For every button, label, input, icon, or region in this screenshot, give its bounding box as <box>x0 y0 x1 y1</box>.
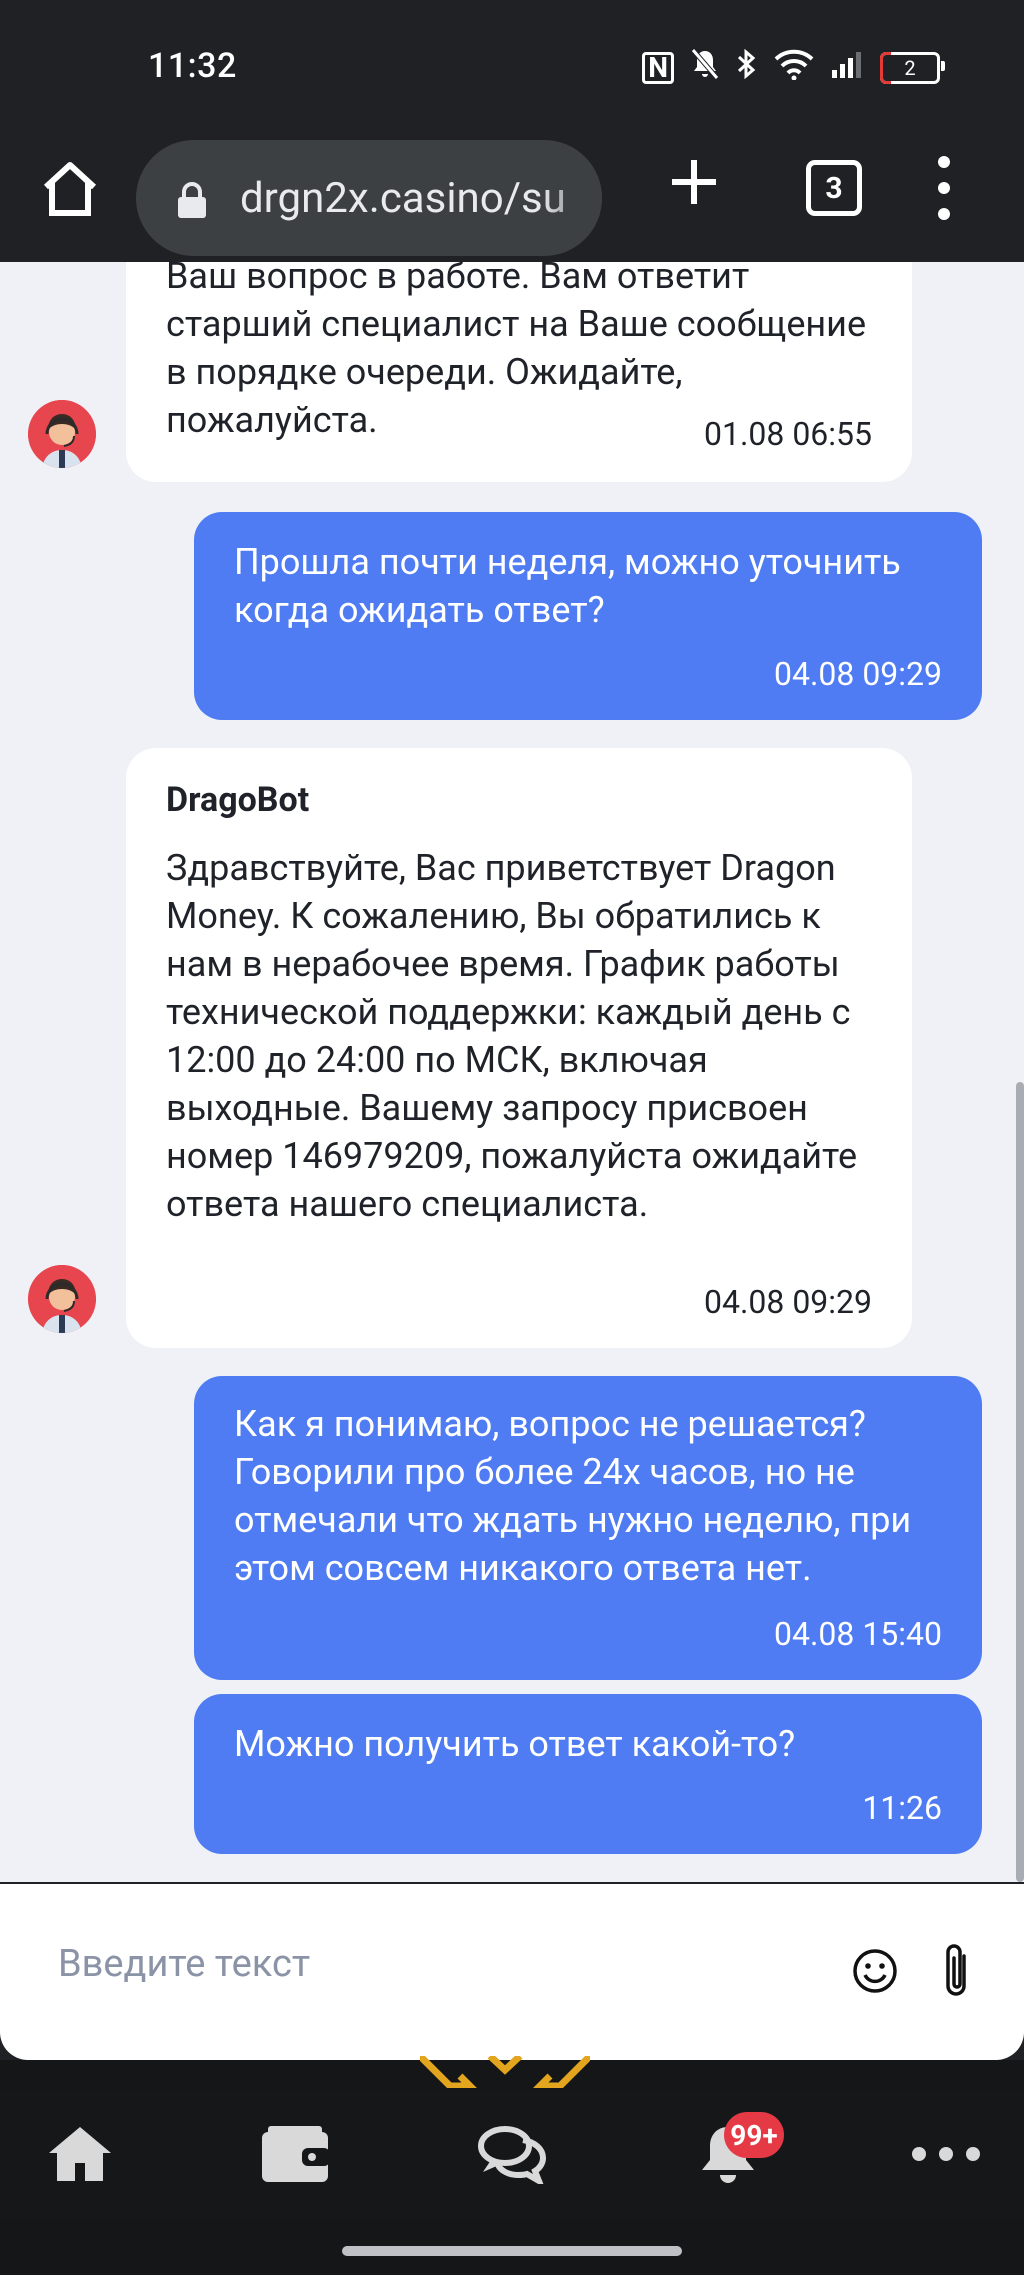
home-icon <box>43 162 97 216</box>
notifications-badge: 99+ <box>724 2112 784 2158</box>
menu-dot <box>938 208 950 220</box>
battery-icon: 2 <box>880 51 945 84</box>
status-bar: 11:32 N 2 <box>0 0 1024 120</box>
nav-chat[interactable] <box>474 2116 550 2192</box>
emoji-icon <box>853 1949 897 1993</box>
outgoing-message: Прошла почти неделя, можно уточнить когд… <box>194 512 982 720</box>
bluetooth-icon <box>736 48 758 87</box>
signal-icon <box>830 48 864 87</box>
status-icons: N 2 <box>642 48 945 87</box>
nav-more[interactable] <box>908 2116 984 2192</box>
status-time: 11:32 <box>148 46 237 86</box>
browser-menu-button[interactable] <box>928 156 960 220</box>
browser-toolbar: drgn2x.casino/su 3 <box>0 120 1024 264</box>
lock-icon <box>178 182 206 218</box>
emoji-button[interactable] <box>852 1948 898 1994</box>
outgoing-message: Можно получить ответ какой-то? 11:26 <box>194 1694 982 1854</box>
support-avatar <box>28 1265 96 1333</box>
home-icon <box>49 2127 111 2181</box>
chat-thread[interactable]: Ваш вопрос в работе. Вам ответит старший… <box>0 262 1024 1882</box>
message-text: Как я понимаю, вопрос не решается? Говор… <box>234 1403 912 1589</box>
outgoing-message: Как я понимаю, вопрос не решается? Говор… <box>194 1376 982 1680</box>
message-sender: DragoBot <box>166 780 310 820</box>
message-input[interactable]: Введите текст <box>58 1942 310 1986</box>
incoming-message: Ваш вопрос в работе. Вам ответит старший… <box>126 262 912 482</box>
chat-icon <box>478 2126 547 2184</box>
chat-scrollbar[interactable] <box>1016 1082 1024 1882</box>
new-tab-button[interactable] <box>662 152 726 216</box>
message-text: Здравствуйте, Вас приветствует Dragon Mo… <box>166 847 858 1225</box>
mute-icon <box>690 48 720 87</box>
support-agent-avatar-icon <box>28 1265 96 1333</box>
message-text: Можно получить ответ какой-то? <box>234 1723 796 1765</box>
message-time: 04.08 15:40 <box>774 1615 942 1653</box>
message-time: 04.08 09:29 <box>704 1283 872 1321</box>
browser-home-button[interactable] <box>34 152 106 224</box>
paperclip-icon <box>946 1944 966 1996</box>
menu-dot <box>938 156 950 168</box>
url-text: drgn2x.casino/su <box>240 174 566 223</box>
nfc-icon: N <box>642 51 674 84</box>
wifi-icon <box>774 48 814 87</box>
nav-wallet[interactable] <box>258 2116 334 2192</box>
menu-dot <box>938 182 950 194</box>
incoming-message: DragoBot Здравствуйте, Вас приветствует … <box>126 748 912 1348</box>
message-text: Прошла почти неделя, можно уточнить когд… <box>234 541 901 631</box>
nav-home[interactable] <box>42 2116 118 2192</box>
address-bar[interactable]: drgn2x.casino/su <box>136 140 602 256</box>
system-home-indicator[interactable] <box>342 2246 682 2256</box>
bottom-navigation <box>0 2090 1024 2218</box>
plus-icon <box>672 160 716 204</box>
support-agent-avatar-icon <box>28 400 96 468</box>
support-avatar <box>28 400 96 468</box>
tab-switcher-button[interactable]: 3 <box>806 160 862 216</box>
message-composer: Введите текст <box>0 1884 1024 2060</box>
message-time: 01.08 06:55 <box>704 415 872 453</box>
message-time: 04.08 09:29 <box>774 655 942 693</box>
attach-button[interactable] <box>940 1940 974 2000</box>
site-logo-peek <box>420 2056 590 2088</box>
wallet-icon <box>262 2126 330 2182</box>
message-time: 11:26 <box>862 1789 942 1827</box>
more-icon <box>912 2147 980 2161</box>
